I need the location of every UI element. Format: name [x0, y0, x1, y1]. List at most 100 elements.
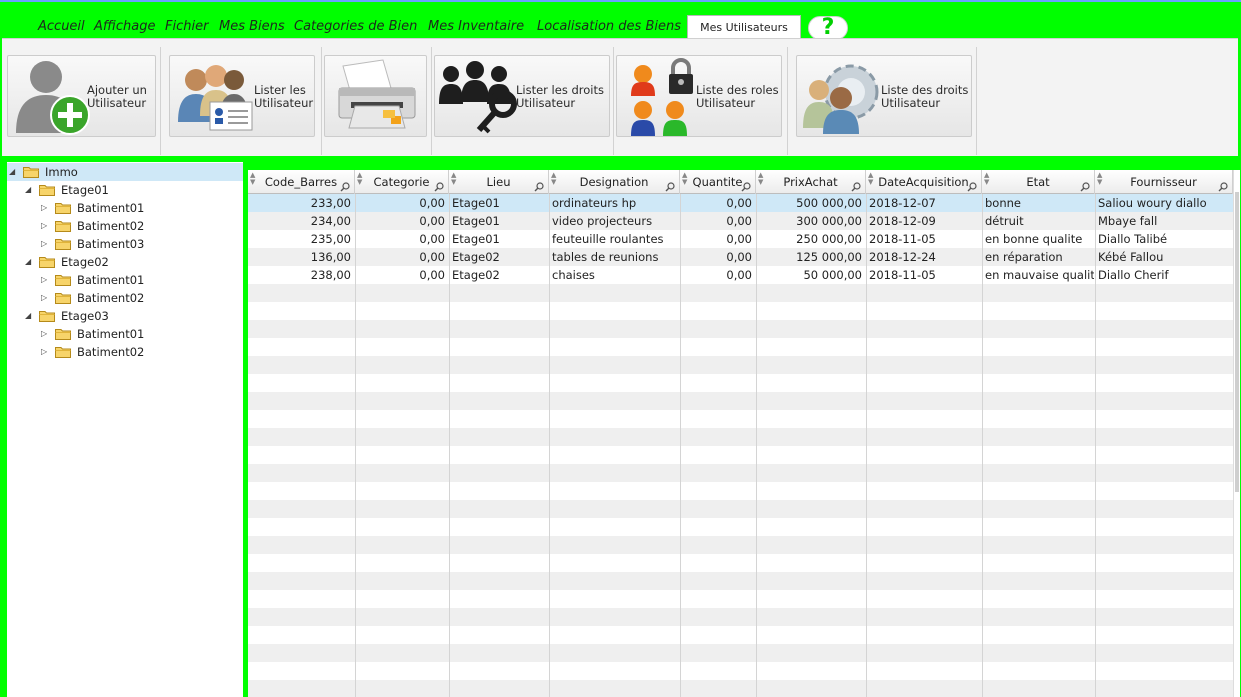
table-row[interactable]: 234,00 0,00 Etage01 video projecteurs 0,00 30… — [248, 212, 1233, 230]
cell-dateacquisition[interactable]: 2018-11-05 — [869, 232, 981, 246]
cell-code-barres[interactable]: 233,00 — [248, 196, 351, 210]
cell-etat[interactable]: détruit — [985, 214, 1094, 228]
filter-search-icon[interactable] — [434, 176, 444, 192]
cell-lieu[interactable]: Etage01 — [452, 214, 548, 228]
cell-quantite[interactable]: 0,00 — [680, 250, 752, 264]
cell-categorie[interactable]: 0,00 — [355, 232, 445, 246]
cell-code-barres[interactable]: 136,00 — [248, 250, 351, 264]
sort-icon[interactable]: ▲ ▼ — [758, 172, 763, 186]
column-header-quantite[interactable]: ▲ ▼ Quantite — [680, 170, 756, 194]
cell-categorie[interactable]: 0,00 — [355, 268, 445, 282]
scrollbar-thumb[interactable] — [1235, 192, 1239, 492]
column-header-code-barres[interactable]: ▲ ▼ Code_Barres — [248, 170, 355, 194]
menu-accueil[interactable]: Accueil — [38, 19, 85, 34]
cell-designation[interactable]: tables de reunions — [552, 250, 679, 264]
tab-mes-utilisateurs[interactable]: Mes Utilisateurs — [687, 15, 801, 40]
table-row[interactable]: 136,00 0,00 Etage02 tables de reunions 0,00 1… — [248, 248, 1233, 266]
cell-lieu[interactable]: Etage02 — [452, 268, 548, 282]
print-button[interactable] — [324, 55, 427, 137]
tree-item-building[interactable]: ▷ Batiment02 — [7, 217, 243, 235]
column-header-dateacquisition[interactable]: ▲ ▼ DateAcquisition — [866, 170, 982, 194]
filter-search-icon[interactable] — [534, 176, 544, 192]
cell-fournisseur[interactable]: Saliou woury diallo — [1098, 196, 1232, 210]
expand-arrow-icon[interactable]: ▷ — [41, 203, 47, 212]
cell-etat[interactable]: en mauvaise qualite — [985, 268, 1094, 282]
expand-arrow-icon[interactable]: ▷ — [41, 239, 47, 248]
cell-prixachat[interactable]: 125 000,00 — [756, 250, 862, 264]
menu-affichage[interactable]: Affichage — [94, 19, 156, 34]
tree-item-building[interactable]: ▷ Batiment02 — [7, 343, 243, 361]
column-header-etat[interactable]: ▲ ▼ Etat — [982, 170, 1095, 194]
cell-dateacquisition[interactable]: 2018-12-24 — [869, 250, 981, 264]
cell-fournisseur[interactable]: Diallo Cherif — [1098, 268, 1232, 282]
filter-search-icon[interactable] — [741, 176, 751, 192]
sort-icon[interactable]: ▲ ▼ — [682, 172, 687, 186]
sort-icon[interactable]: ▲ ▼ — [551, 172, 556, 186]
cell-quantite[interactable]: 0,00 — [680, 196, 752, 210]
expand-arrow-icon[interactable]: ▷ — [41, 329, 47, 338]
cell-quantite[interactable]: 0,00 — [680, 232, 752, 246]
cell-categorie[interactable]: 0,00 — [355, 214, 445, 228]
filter-search-icon[interactable] — [665, 176, 675, 192]
column-header-categorie[interactable]: ▲ ▼ Categorie — [355, 170, 449, 194]
tree-item-building[interactable]: ▷ Batiment01 — [7, 271, 243, 289]
cell-etat[interactable]: en bonne qualite — [985, 232, 1094, 246]
help-icon[interactable]: ? — [808, 16, 848, 40]
cell-prixachat[interactable]: 300 000,00 — [756, 214, 862, 228]
collapse-arrow-icon[interactable]: ◢ — [25, 257, 31, 266]
cell-code-barres[interactable]: 234,00 — [248, 214, 351, 228]
cell-etat[interactable]: en réparation — [985, 250, 1094, 264]
sort-icon[interactable]: ▲ ▼ — [451, 172, 456, 186]
cell-lieu[interactable]: Etage01 — [452, 196, 548, 210]
filter-search-icon[interactable] — [1080, 176, 1090, 192]
expand-arrow-icon[interactable]: ▷ — [41, 347, 47, 356]
collapse-arrow-icon[interactable]: ◢ — [9, 167, 15, 176]
expand-arrow-icon[interactable]: ▷ — [41, 293, 47, 302]
cell-designation[interactable]: chaises — [552, 268, 679, 282]
column-header-prixachat[interactable]: ▲ ▼ PrixAchat — [756, 170, 866, 194]
cell-prixachat[interactable]: 50 000,00 — [756, 268, 862, 282]
list-roles-button[interactable]: Liste des roles Utilisateur — [616, 55, 782, 137]
menu-categories-de-bien[interactable]: Categories de Bien — [294, 19, 417, 34]
cell-dateacquisition[interactable]: 2018-11-05 — [869, 268, 981, 282]
table-row[interactable]: 235,00 0,00 Etage01 feuteuille roulantes 0,0… — [248, 230, 1233, 248]
filter-search-icon[interactable] — [340, 176, 350, 192]
table-row[interactable]: 238,00 0,00 Etage02 chaises 0,00 50 000,00 201… — [248, 266, 1233, 284]
list-users-button[interactable]: Lister les Utilisateur — [169, 55, 315, 137]
menu-fichier[interactable]: Fichier — [165, 19, 208, 34]
tree-item-building[interactable]: ▷ Batiment03 — [7, 235, 243, 253]
list-rights-settings-button[interactable]: Liste des droits Utilisateur — [796, 55, 972, 137]
tree-item-floor[interactable]: ◢ Etage03 — [7, 307, 243, 325]
filter-search-icon[interactable] — [1218, 176, 1228, 192]
tree-item-floor[interactable]: ◢ Etage01 — [7, 181, 243, 199]
cell-designation[interactable]: video projecteurs — [552, 214, 679, 228]
cell-fournisseur[interactable]: Diallo Talibé — [1098, 232, 1232, 246]
cell-dateacquisition[interactable]: 2018-12-09 — [869, 214, 981, 228]
tree-item-building[interactable]: ▷ Batiment02 — [7, 289, 243, 307]
cell-categorie[interactable]: 0,00 — [355, 196, 445, 210]
menu-mes-biens[interactable]: Mes Biens — [219, 19, 285, 34]
add-user-button[interactable]: Ajouter un Utilisateur — [7, 55, 156, 137]
column-header-designation[interactable]: ▲ ▼ Designation — [549, 170, 680, 194]
cell-categorie[interactable]: 0,00 — [355, 250, 445, 264]
cell-prixachat[interactable]: 250 000,00 — [756, 232, 862, 246]
sort-icon[interactable]: ▲ ▼ — [357, 172, 362, 186]
menu-localisation-des-biens[interactable]: Localisation des Biens — [537, 19, 681, 34]
collapse-arrow-icon[interactable]: ◢ — [25, 185, 31, 194]
cell-quantite[interactable]: 0,00 — [680, 214, 752, 228]
table-row[interactable]: 233,00 0,00 Etage01 ordinateurs hp 0,00 500 0… — [248, 194, 1233, 212]
column-header-lieu[interactable]: ▲ ▼ Lieu — [449, 170, 549, 194]
cell-fournisseur[interactable]: Mbaye fall — [1098, 214, 1232, 228]
sort-icon[interactable]: ▲ ▼ — [250, 172, 255, 186]
sort-icon[interactable]: ▲ ▼ — [984, 172, 989, 186]
tree-item-building[interactable]: ▷ Batiment01 — [7, 325, 243, 343]
column-header-fournisseur[interactable]: ▲ ▼ Fournisseur — [1095, 170, 1233, 194]
expand-arrow-icon[interactable]: ▷ — [41, 275, 47, 284]
collapse-arrow-icon[interactable]: ◢ — [25, 311, 31, 320]
tree-item-floor[interactable]: ◢ Etage02 — [7, 253, 243, 271]
cell-lieu[interactable]: Etage01 — [452, 232, 548, 246]
cell-code-barres[interactable]: 238,00 — [248, 268, 351, 282]
cell-fournisseur[interactable]: Kébé Fallou — [1098, 250, 1232, 264]
cell-designation[interactable]: feuteuille roulantes — [552, 232, 679, 246]
menu-mes-inventaire[interactable]: Mes Inventaire — [428, 19, 524, 34]
